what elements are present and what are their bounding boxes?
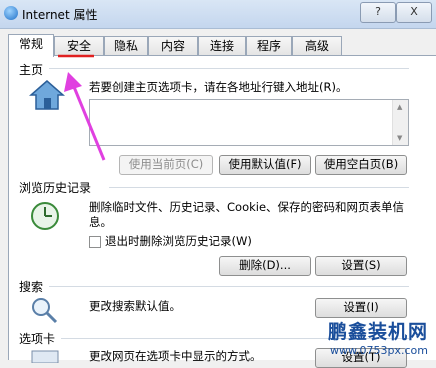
tab-programs[interactable]: 程序: [246, 36, 292, 56]
search-magnifier-icon: [32, 298, 58, 324]
delete-history-button[interactable]: 删除(D)...: [219, 256, 311, 276]
search-description: 更改搜索默认值。: [89, 299, 181, 313]
homepage-section-label: 主页: [19, 63, 44, 77]
tabs-section-label: 选项卡: [19, 332, 56, 346]
house-icon: [29, 80, 65, 110]
tab-connections[interactable]: 连接: [198, 36, 246, 56]
use-default-button[interactable]: 使用默认值(F): [219, 155, 311, 175]
homepage-description: 若要创建主页选项卡，请在各地址行键入地址(R)。: [89, 80, 348, 94]
search-section-label: 搜索: [19, 280, 44, 294]
tab-advanced[interactable]: 高级: [292, 36, 342, 56]
scroll-up-icon[interactable]: ▲: [397, 103, 402, 111]
tab-privacy[interactable]: 隐私: [104, 36, 148, 56]
history-divider: [109, 187, 409, 188]
watermark-url: www.0753px.com: [330, 344, 428, 357]
history-description: 删除临时文件、历史记录、Cookie、保存的密码和网页表单信息。: [89, 200, 405, 229]
homepage-scrollbar[interactable]: ▲ ▼: [392, 100, 408, 145]
homepage-address-field[interactable]: ▲ ▼: [89, 99, 409, 146]
tab-general[interactable]: 常规: [8, 34, 54, 57]
tabs-window-icon: [31, 350, 59, 363]
delete-on-exit-label: 退出时删除浏览历史记录(W): [105, 234, 252, 248]
search-divider: [49, 286, 409, 287]
internet-globe-icon: [4, 6, 18, 20]
tabs-description: 更改网页在选项卡中显示的方式。: [89, 349, 262, 363]
delete-on-exit-checkbox[interactable]: [89, 236, 101, 248]
search-settings-button[interactable]: 设置(I): [315, 298, 407, 318]
use-current-button[interactable]: 使用当前页(C): [119, 155, 213, 175]
watermark-logo: 鹏鑫装机网 www.0753px.com: [328, 317, 428, 357]
watermark-name: 鹏鑫装机网: [327, 321, 428, 343]
general-panel: 主页 若要创建主页选项卡，请在各地址行键入地址(R)。 ▲ ▼ 使用当前页(C)…: [8, 55, 436, 368]
window-title: Internet 属性: [22, 8, 98, 22]
close-button[interactable]: X: [396, 2, 432, 23]
tab-security[interactable]: 安全: [54, 36, 104, 56]
title-bar: Internet 属性 ? X: [0, 0, 436, 29]
history-settings-button[interactable]: 设置(S): [315, 256, 407, 276]
help-button[interactable]: ?: [360, 2, 396, 23]
tab-content[interactable]: 内容: [148, 36, 198, 56]
tab-bar: 常规 安全 隐私 内容 连接 程序 高级: [8, 34, 436, 57]
use-blank-button[interactable]: 使用空白页(B): [315, 155, 407, 175]
history-clock-icon: [31, 202, 59, 230]
history-section-label: 浏览历史记录: [19, 181, 92, 195]
scroll-down-icon[interactable]: ▼: [397, 134, 402, 142]
homepage-divider: [49, 68, 409, 69]
